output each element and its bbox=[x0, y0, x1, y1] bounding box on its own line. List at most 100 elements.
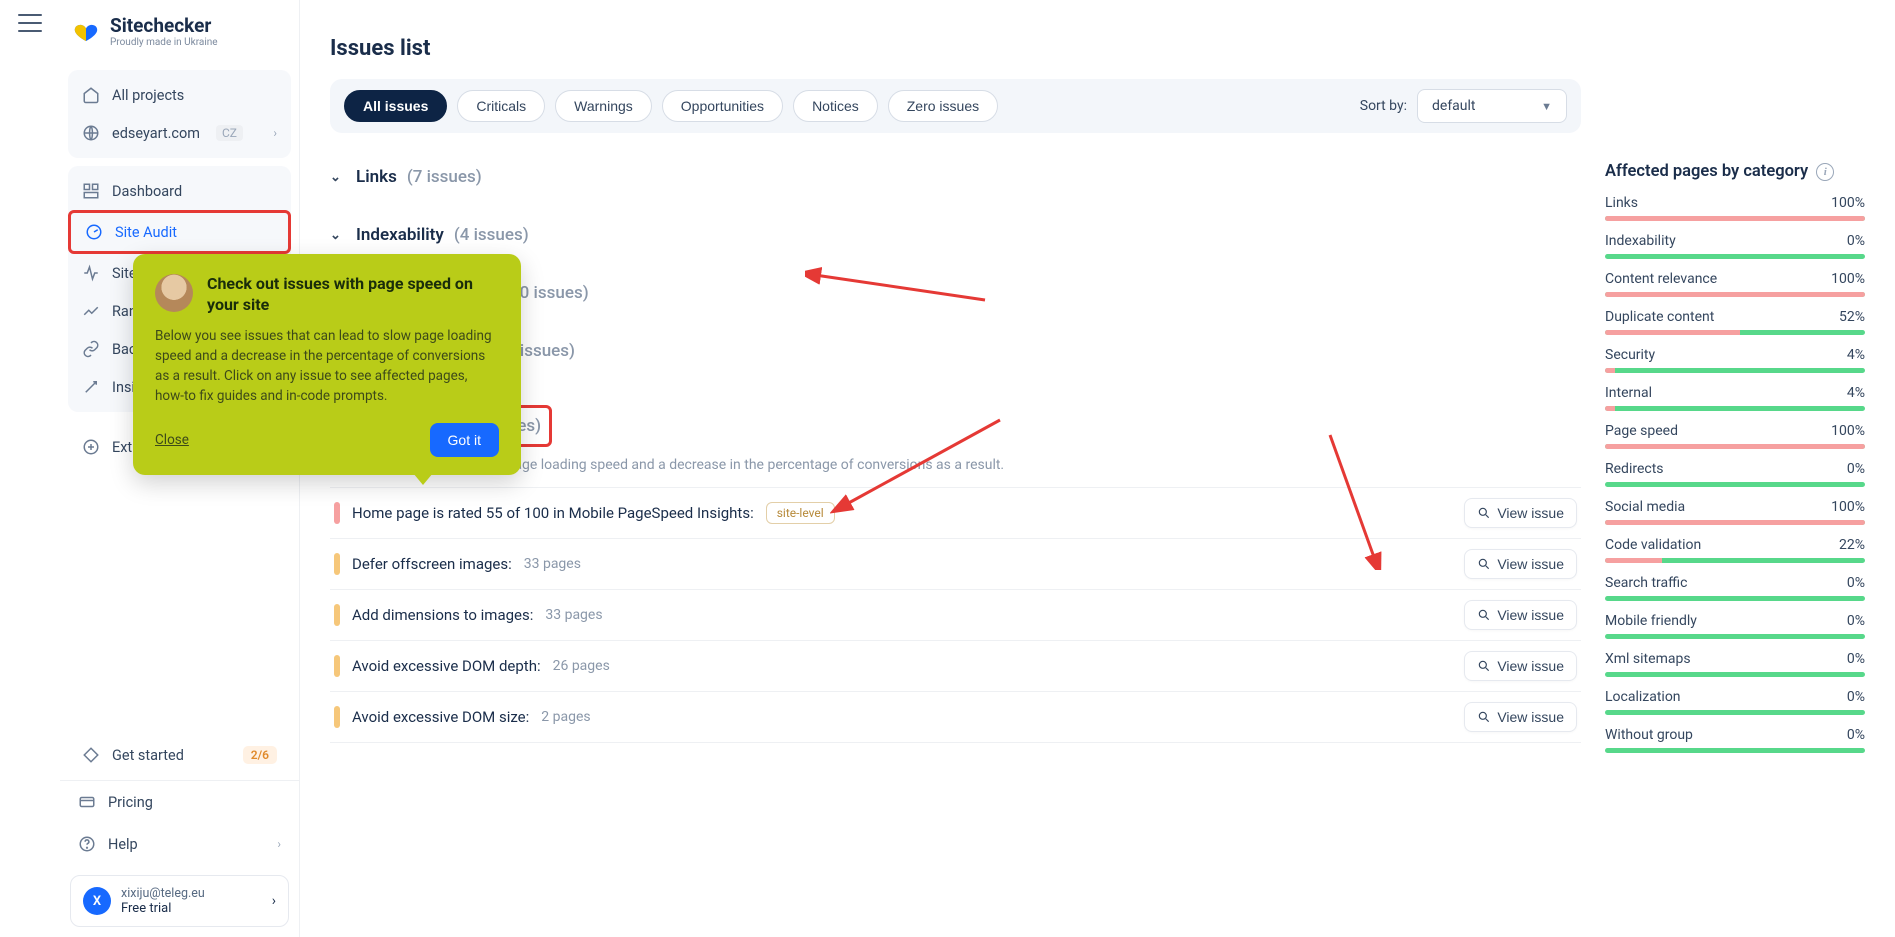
search-icon bbox=[1477, 710, 1491, 724]
category-percent: 22% bbox=[1839, 537, 1865, 553]
category-name: Code validation bbox=[1605, 537, 1701, 553]
issue-row[interactable]: Home page is rated 55 of 100 in Mobile P… bbox=[330, 488, 1581, 539]
filter-warnings[interactable]: Warnings bbox=[555, 90, 652, 122]
chevron-down-icon: ⌄ bbox=[330, 228, 346, 243]
category-name: Indexability bbox=[1605, 233, 1676, 249]
view-issue-button[interactable]: View issue bbox=[1464, 498, 1577, 528]
sidebar-item-help[interactable]: Help › bbox=[60, 823, 299, 865]
issue-row[interactable]: Avoid excessive DOM size:2 pagesView iss… bbox=[330, 692, 1581, 743]
category-name: Security bbox=[1605, 347, 1655, 363]
category-bar bbox=[1605, 596, 1865, 601]
issue-title: Add dimensions to images: bbox=[352, 606, 533, 624]
category-name: Page speed bbox=[1605, 423, 1678, 439]
view-issue-button[interactable]: View issue bbox=[1464, 600, 1577, 630]
sidebar-item-label: Site Audit bbox=[115, 224, 177, 241]
sidebar-item-pricing[interactable]: Pricing bbox=[60, 781, 299, 823]
dashboard-icon bbox=[82, 182, 100, 200]
category-row[interactable]: Page speed 100% bbox=[1605, 423, 1865, 449]
category-bar bbox=[1605, 406, 1865, 411]
category-row[interactable]: Social media100% bbox=[1605, 499, 1865, 525]
issue-row[interactable]: Avoid excessive DOM depth:26 pagesView i… bbox=[330, 641, 1581, 692]
category-row[interactable]: Code validation 22% bbox=[1605, 537, 1865, 563]
view-issue-button[interactable]: View issue bbox=[1464, 549, 1577, 579]
search-icon bbox=[1477, 506, 1491, 520]
issue-meta: 33 pages bbox=[524, 556, 581, 572]
category-percent: 0% bbox=[1847, 727, 1865, 743]
sidebar-item-label: Get started bbox=[112, 747, 184, 764]
sort-select[interactable]: default ▼ bbox=[1417, 89, 1567, 123]
category-row[interactable]: Redirects 0% bbox=[1605, 461, 1865, 487]
category-bar bbox=[1605, 254, 1865, 259]
category-percent: 0% bbox=[1847, 461, 1865, 477]
group-name: Links bbox=[356, 167, 397, 187]
category-name: Duplicate content bbox=[1605, 309, 1714, 325]
menu-toggle-icon[interactable] bbox=[18, 14, 42, 32]
card-icon bbox=[78, 793, 96, 811]
category-bar bbox=[1605, 216, 1865, 221]
tooltip-close-link[interactable]: Close bbox=[155, 432, 189, 448]
category-row[interactable]: Security4% bbox=[1605, 347, 1865, 373]
group-indexability[interactable]: ⌄ Indexability (4 issues) bbox=[330, 221, 1581, 249]
category-row[interactable]: Links100% bbox=[1605, 195, 1865, 221]
wand-icon bbox=[82, 378, 100, 396]
diamond-icon bbox=[82, 746, 100, 764]
issue-row[interactable]: Defer offscreen images:33 pagesView issu… bbox=[330, 539, 1581, 590]
sidebar-item-site-audit[interactable]: Site Audit bbox=[68, 210, 291, 254]
category-percent: 100% bbox=[1831, 423, 1865, 439]
category-row[interactable]: Search traffic0% bbox=[1605, 575, 1865, 601]
sidebar-item-label: Pricing bbox=[108, 794, 153, 811]
filter-criticals[interactable]: Criticals bbox=[457, 90, 545, 122]
group-links[interactable]: ⌄ Links (7 issues) bbox=[330, 163, 1581, 191]
tooltip-avatar bbox=[155, 274, 193, 312]
category-row[interactable]: Internal4% bbox=[1605, 385, 1865, 411]
category-row[interactable]: Indexability0% bbox=[1605, 233, 1865, 259]
sidebar-project-selector[interactable]: edseyart.com CZ › bbox=[68, 114, 291, 152]
issue-title: Avoid excessive DOM depth: bbox=[352, 657, 541, 675]
sidebar-all-projects[interactable]: All projects bbox=[68, 76, 291, 114]
user-email: xixiju@teleg.eu bbox=[121, 886, 262, 901]
filter-notices[interactable]: Notices bbox=[793, 90, 878, 122]
user-card[interactable]: X xixiju@teleg.eu Free trial › bbox=[70, 875, 289, 927]
category-name: Links bbox=[1605, 195, 1638, 211]
category-bar bbox=[1605, 482, 1865, 487]
category-bar bbox=[1605, 672, 1865, 677]
sort-value: default bbox=[1432, 98, 1476, 114]
category-row[interactable]: Duplicate content52% bbox=[1605, 309, 1865, 335]
search-icon bbox=[1477, 608, 1491, 622]
filter-opportunities[interactable]: Opportunities bbox=[662, 90, 783, 122]
category-name: Redirects bbox=[1605, 461, 1664, 477]
view-issue-button[interactable]: View issue bbox=[1464, 702, 1577, 732]
activity-icon bbox=[82, 264, 100, 282]
category-name: Without group bbox=[1605, 727, 1693, 743]
sidebar-item-get-started[interactable]: Get started 2/6 bbox=[68, 736, 291, 774]
user-avatar: X bbox=[83, 887, 111, 915]
chevron-right-icon: › bbox=[277, 837, 281, 851]
info-icon[interactable]: i bbox=[1816, 163, 1834, 181]
category-row[interactable]: Without group 0% bbox=[1605, 727, 1865, 753]
search-icon bbox=[1477, 557, 1491, 571]
category-name: Social media bbox=[1605, 499, 1685, 515]
view-issue-button[interactable]: View issue bbox=[1464, 651, 1577, 681]
category-row[interactable]: Xml sitemaps0% bbox=[1605, 651, 1865, 677]
filter-zero-issues[interactable]: Zero issues bbox=[888, 90, 998, 122]
issue-row[interactable]: Add dimensions to images:33 pagesView is… bbox=[330, 590, 1581, 641]
site-level-badge: site-level bbox=[766, 502, 835, 524]
filter-bar: All issues Criticals Warnings Opportunit… bbox=[330, 79, 1581, 133]
category-bar bbox=[1605, 444, 1865, 449]
project-domain: edseyart.com bbox=[112, 125, 200, 142]
link-icon bbox=[82, 340, 100, 358]
category-name: Search traffic bbox=[1605, 575, 1687, 591]
tooltip-gotit-button[interactable]: Got it bbox=[430, 423, 499, 457]
brand-name: Sitechecker bbox=[110, 16, 218, 35]
category-name: Content relevance bbox=[1605, 271, 1717, 287]
sidebar-item-dashboard[interactable]: Dashboard bbox=[68, 172, 291, 210]
onboarding-tooltip: Check out issues with page speed on your… bbox=[133, 254, 521, 475]
category-panel-title: Affected pages by category i bbox=[1605, 162, 1865, 181]
category-row[interactable]: Content relevance100% bbox=[1605, 271, 1865, 297]
category-row[interactable]: Mobile friendly0% bbox=[1605, 613, 1865, 639]
filter-all-issues[interactable]: All issues bbox=[344, 90, 447, 122]
help-icon bbox=[78, 835, 96, 853]
severity-indicator bbox=[334, 553, 340, 575]
category-row[interactable]: Localization0% bbox=[1605, 689, 1865, 715]
user-plan: Free trial bbox=[121, 901, 262, 916]
